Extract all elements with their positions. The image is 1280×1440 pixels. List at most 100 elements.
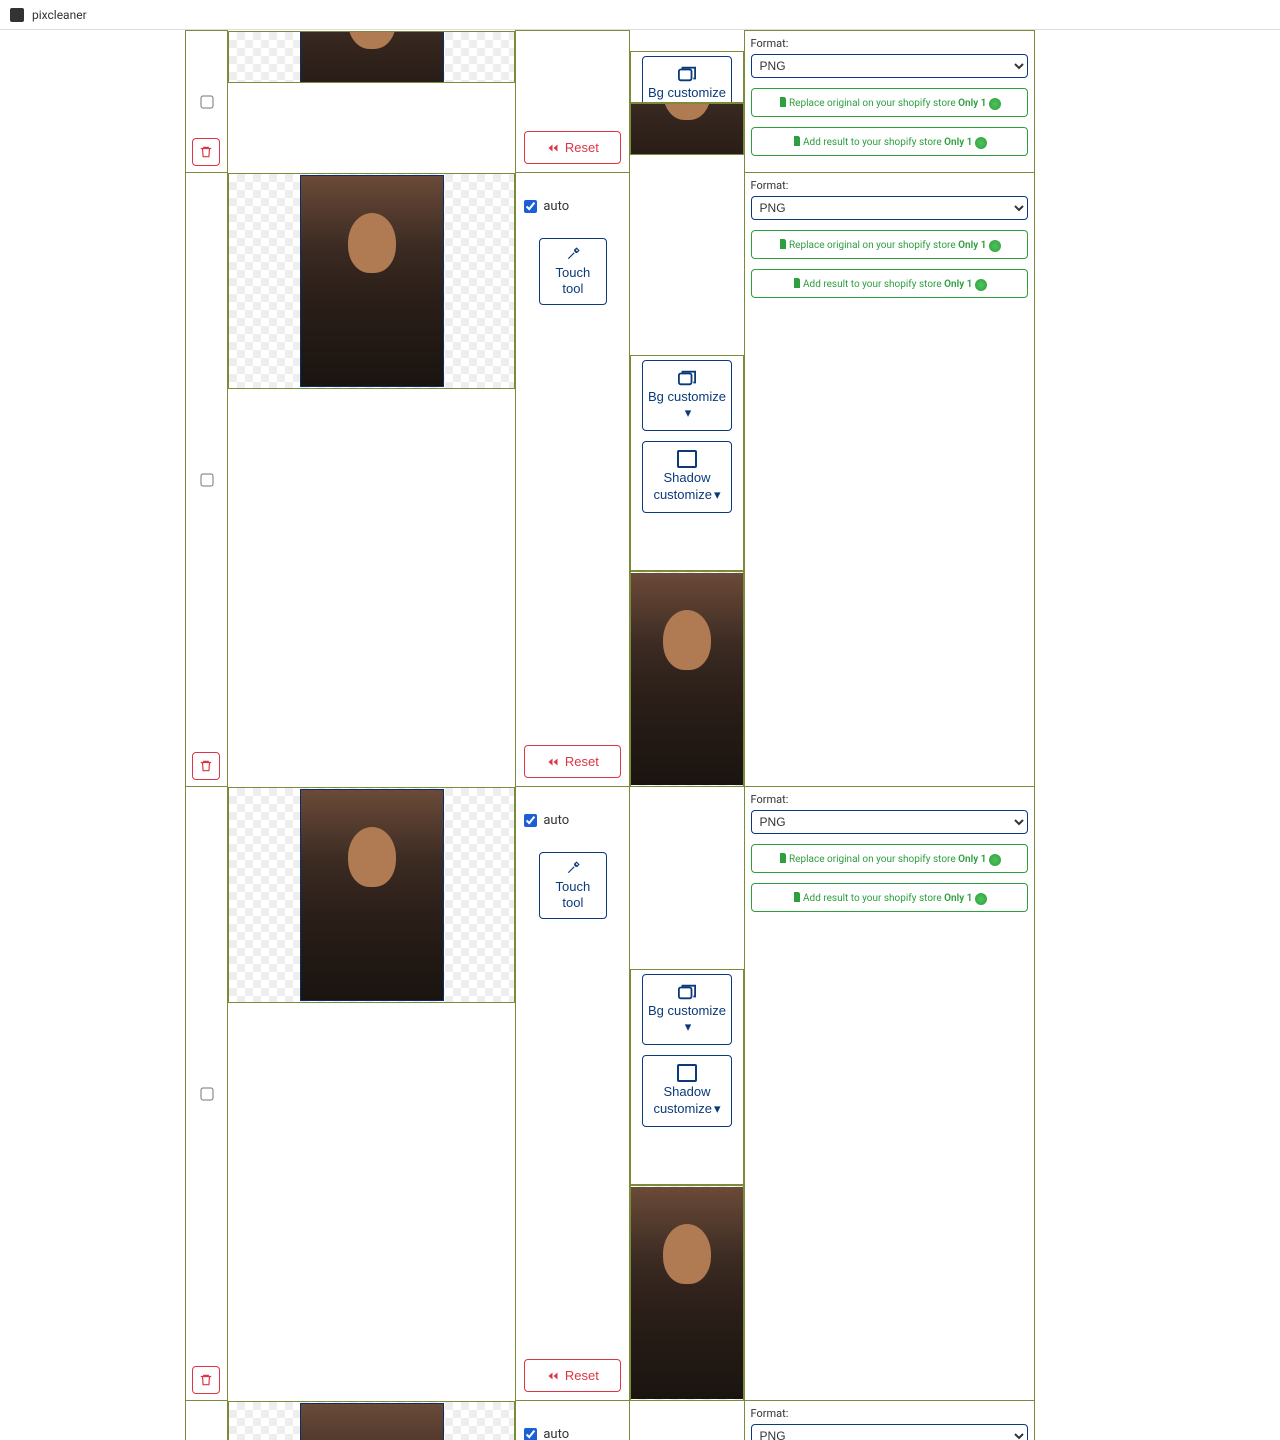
touch-tool-label: Touch tool (546, 879, 600, 910)
only-1-label: Only 1 (958, 97, 986, 110)
table-row: auto Touch tool Reset Bg customize▾ Shad… (186, 787, 1151, 1401)
add-result-button[interactable]: Add result to your shopify store Only 1 (751, 269, 1028, 298)
reset-button[interactable]: Reset (524, 131, 621, 164)
original-image-cell (228, 787, 515, 1003)
auto-checkbox[interactable] (524, 200, 537, 213)
reset-label: Reset (565, 1368, 599, 1383)
format-select[interactable]: PNG (751, 196, 1028, 220)
chevron-down-icon: ▾ (714, 1101, 721, 1118)
select-cell (186, 1401, 228, 1440)
trash-icon (199, 1373, 213, 1387)
format-select[interactable]: PNG (751, 810, 1028, 834)
file-refresh-icon (777, 96, 789, 108)
format-label: Format: (751, 793, 1028, 806)
tools-icon (566, 247, 580, 261)
result-image-cell (630, 1185, 743, 1401)
layers-icon (676, 65, 698, 83)
tools-cell: auto Touch tool Reset (516, 173, 630, 787)
bg-customize-button[interactable]: Bg customize▾ (642, 360, 732, 432)
touch-tool-button[interactable]: Touch tool (539, 852, 607, 919)
rewind-icon (547, 1370, 559, 1382)
coin-icon (975, 137, 987, 149)
add-result-button[interactable]: Add result to your shopify store Only 1 (751, 127, 1028, 156)
replace-original-label: Replace original on your shopify store (789, 854, 956, 865)
delete-button[interactable] (192, 1366, 220, 1394)
select-cell (186, 173, 228, 787)
file-refresh-icon (777, 238, 789, 250)
customize-cell: Bg customize▾ Shadow customize▾ (630, 969, 743, 1185)
only-1-label: Only 1 (944, 278, 972, 291)
layers-icon (676, 983, 698, 1001)
table-row: auto Touch tool Reset Bg customize▾ Shad… (186, 31, 1151, 173)
file-plus-icon (791, 135, 803, 147)
tools-icon (566, 861, 580, 875)
select-cell (186, 787, 228, 1401)
auto-label: auto (543, 813, 569, 828)
replace-original-label: Replace original on your shopify store (789, 240, 956, 251)
bg-customize-label: Bg customize (648, 1003, 726, 1018)
customize-cell: Bg customize▾ Shadow customize▾ (630, 355, 743, 571)
customize-cell: Bg customize▾ Shadow customize▾ (630, 51, 743, 103)
actions-cell: Format: PNG Replace original on your sho… (744, 787, 1034, 1401)
file-plus-icon (791, 891, 803, 903)
bg-customize-label: Bg customize (648, 389, 726, 404)
topbar: pixcleaner (0, 0, 1280, 30)
auto-checkbox[interactable] (524, 1428, 537, 1440)
replace-original-button[interactable]: Replace original on your shopify store O… (751, 230, 1028, 259)
original-image-cell (228, 173, 515, 389)
bg-customize-button[interactable]: Bg customize▾ (642, 974, 732, 1046)
shadow-icon (677, 1064, 697, 1082)
reset-button[interactable]: Reset (524, 1359, 621, 1392)
original-image (300, 789, 444, 1001)
chevron-down-icon: ▾ (685, 405, 692, 422)
shadow-customize-label: Shadow customize (653, 470, 712, 502)
table-row: auto Touch tool Reset Bg customize▾ Shad… (186, 173, 1151, 787)
bg-customize-button[interactable]: Bg customize▾ (642, 56, 732, 103)
reset-button[interactable]: Reset (524, 745, 621, 778)
app-logo (10, 8, 24, 22)
delete-button[interactable] (192, 752, 220, 780)
rewind-icon (547, 756, 559, 768)
only-1-label: Only 1 (944, 136, 972, 149)
tools-cell: auto Touch tool Reset (516, 787, 630, 1401)
actions-cell: Format: PNG Replace original on your sho… (744, 31, 1034, 173)
add-result-label: Add result to your shopify store (803, 893, 942, 904)
add-result-button[interactable]: Add result to your shopify store Only 1 (751, 883, 1028, 912)
reset-label: Reset (565, 140, 599, 155)
row-select-checkbox[interactable] (200, 95, 213, 108)
reset-label: Reset (565, 754, 599, 769)
format-select[interactable]: PNG (751, 54, 1028, 78)
only-1-label: Only 1 (958, 239, 986, 252)
chevron-down-icon: ▾ (685, 1019, 692, 1036)
shadow-customize-button[interactable]: Shadow customize▾ (642, 441, 732, 513)
image-table: auto Touch tool Reset Bg customize▾ Shad… (185, 30, 1151, 1440)
auto-label: auto (543, 199, 569, 214)
touch-tool-button[interactable]: Touch tool (539, 238, 607, 305)
result-image-cell (630, 571, 743, 787)
replace-original-label: Replace original on your shopify store (789, 98, 956, 109)
auto-checkbox[interactable] (524, 814, 537, 827)
actions-cell: Format: PNG Replace original on your sho… (744, 173, 1034, 787)
original-image (300, 1403, 444, 1440)
replace-original-button[interactable]: Replace original on your shopify store O… (751, 844, 1028, 873)
row-select-checkbox[interactable] (200, 473, 213, 486)
format-select[interactable]: PNG (751, 1424, 1028, 1440)
layers-icon (676, 369, 698, 387)
auto-label: auto (543, 1427, 569, 1440)
add-result-label: Add result to your shopify store (803, 279, 942, 290)
format-label: Format: (751, 179, 1028, 192)
format-label: Format: (751, 1407, 1028, 1420)
touch-tool-label: Touch tool (546, 265, 600, 296)
result-image (631, 103, 742, 155)
row-select-checkbox[interactable] (200, 1087, 213, 1100)
trash-icon (199, 759, 213, 773)
replace-original-button[interactable]: Replace original on your shopify store O… (751, 88, 1028, 117)
content-area: auto Touch tool Reset Bg customize▾ Shad… (185, 30, 1280, 720)
shadow-customize-button[interactable]: Shadow customize▾ (642, 1055, 732, 1127)
table-row: auto Touch tool Reset Bg customize▾ Shad… (186, 1401, 1151, 1440)
delete-button[interactable] (192, 138, 220, 166)
bg-customize-label: Bg customize (648, 85, 726, 100)
original-image-cell (228, 1401, 515, 1440)
coin-icon (989, 854, 1001, 866)
trash-icon (199, 145, 213, 159)
